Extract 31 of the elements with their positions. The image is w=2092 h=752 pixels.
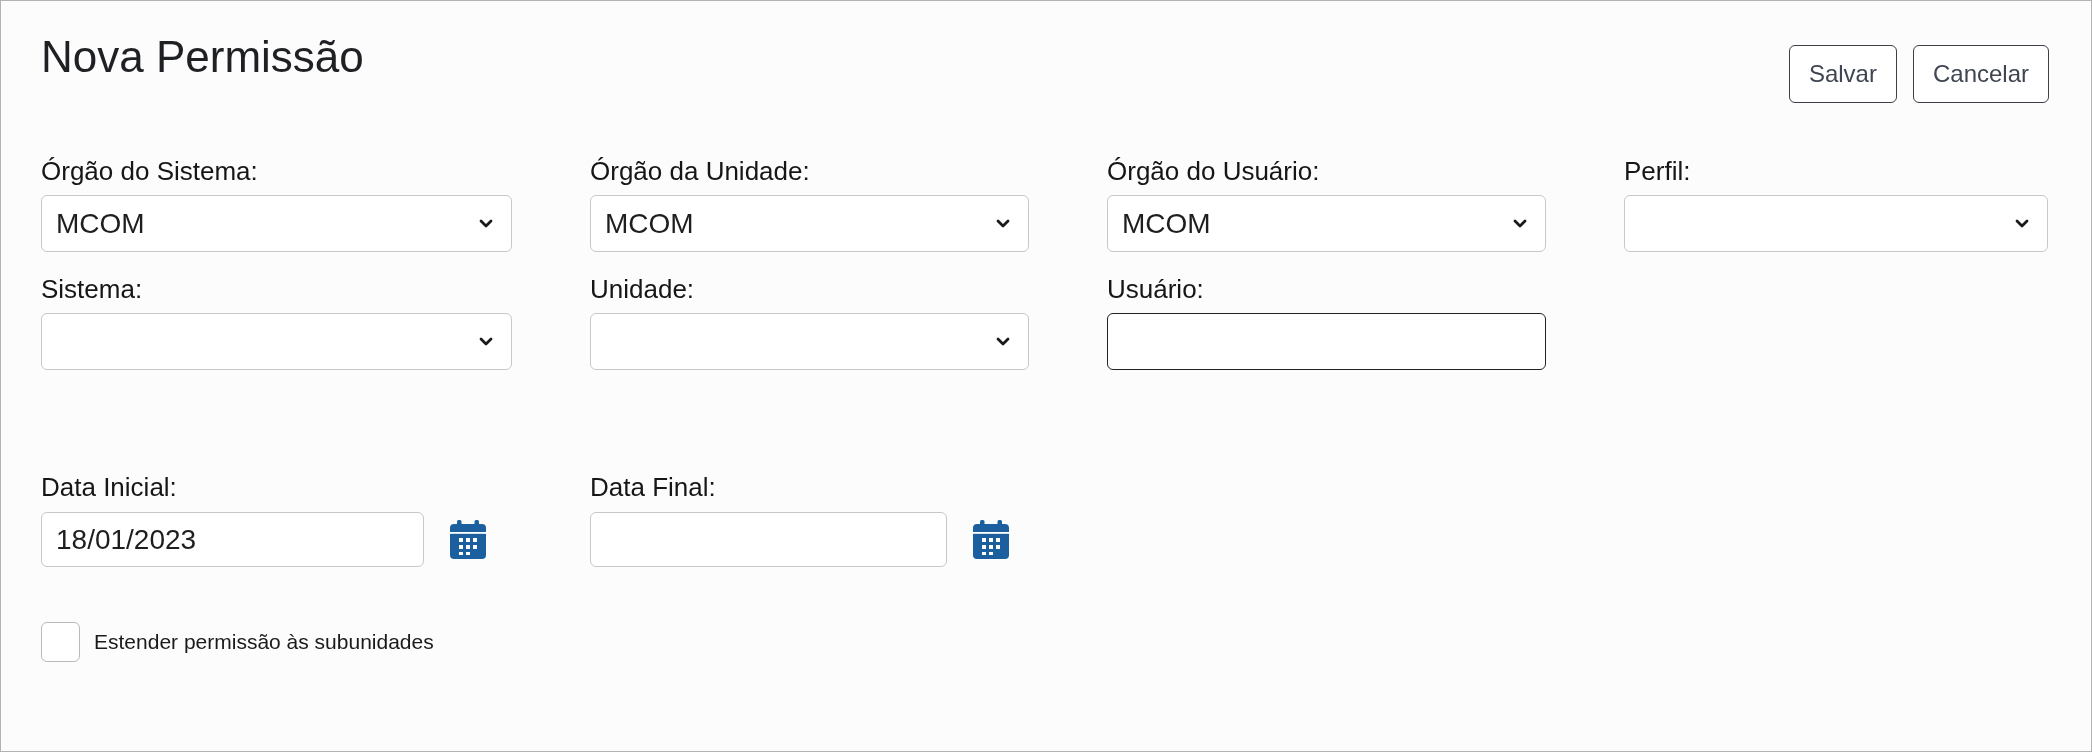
form-button[interactable]: Cancelar bbox=[1912, 45, 2049, 103]
field-label: Sistema: bbox=[41, 274, 144, 304]
field-label: Usuário: bbox=[1107, 274, 1205, 304]
select-field[interactable]: MCOM bbox=[590, 195, 1029, 252]
calendar-icon[interactable] bbox=[973, 520, 1009, 559]
calendar-icon[interactable] bbox=[450, 520, 486, 559]
field-label: Data Final: bbox=[590, 472, 717, 502]
select-field[interactable] bbox=[1624, 195, 2048, 252]
select-field[interactable] bbox=[590, 313, 1029, 370]
field-label: Órgão da Unidade: bbox=[590, 156, 811, 186]
chevron-down-icon bbox=[996, 337, 1010, 346]
select-field[interactable] bbox=[41, 313, 512, 370]
date-field[interactable] bbox=[590, 512, 947, 567]
page-title: Nova Permissão bbox=[41, 31, 364, 83]
field-label: Perfil: bbox=[1624, 156, 1692, 186]
select-field[interactable]: MCOM bbox=[41, 195, 512, 252]
select-field[interactable]: MCOM bbox=[1107, 195, 1546, 252]
text-field[interactable] bbox=[1107, 313, 1546, 370]
checkbox[interactable] bbox=[41, 622, 80, 662]
chevron-down-icon bbox=[479, 337, 493, 346]
field-label: Órgão do Sistema: bbox=[41, 156, 259, 186]
chevron-down-icon bbox=[2015, 219, 2029, 228]
field-label: Unidade: bbox=[590, 274, 696, 304]
checkbox-label: Estender permissão às subunidades bbox=[94, 629, 434, 656]
field-label: Data Inicial: bbox=[41, 472, 178, 502]
chevron-down-icon bbox=[1513, 219, 1527, 228]
form-button[interactable]: Salvar bbox=[1788, 45, 1897, 103]
field-label: Órgão do Usuário: bbox=[1107, 156, 1321, 186]
chevron-down-icon bbox=[479, 219, 493, 228]
date-field[interactable]: 18/01/2023 bbox=[41, 512, 424, 567]
chevron-down-icon bbox=[996, 219, 1010, 228]
